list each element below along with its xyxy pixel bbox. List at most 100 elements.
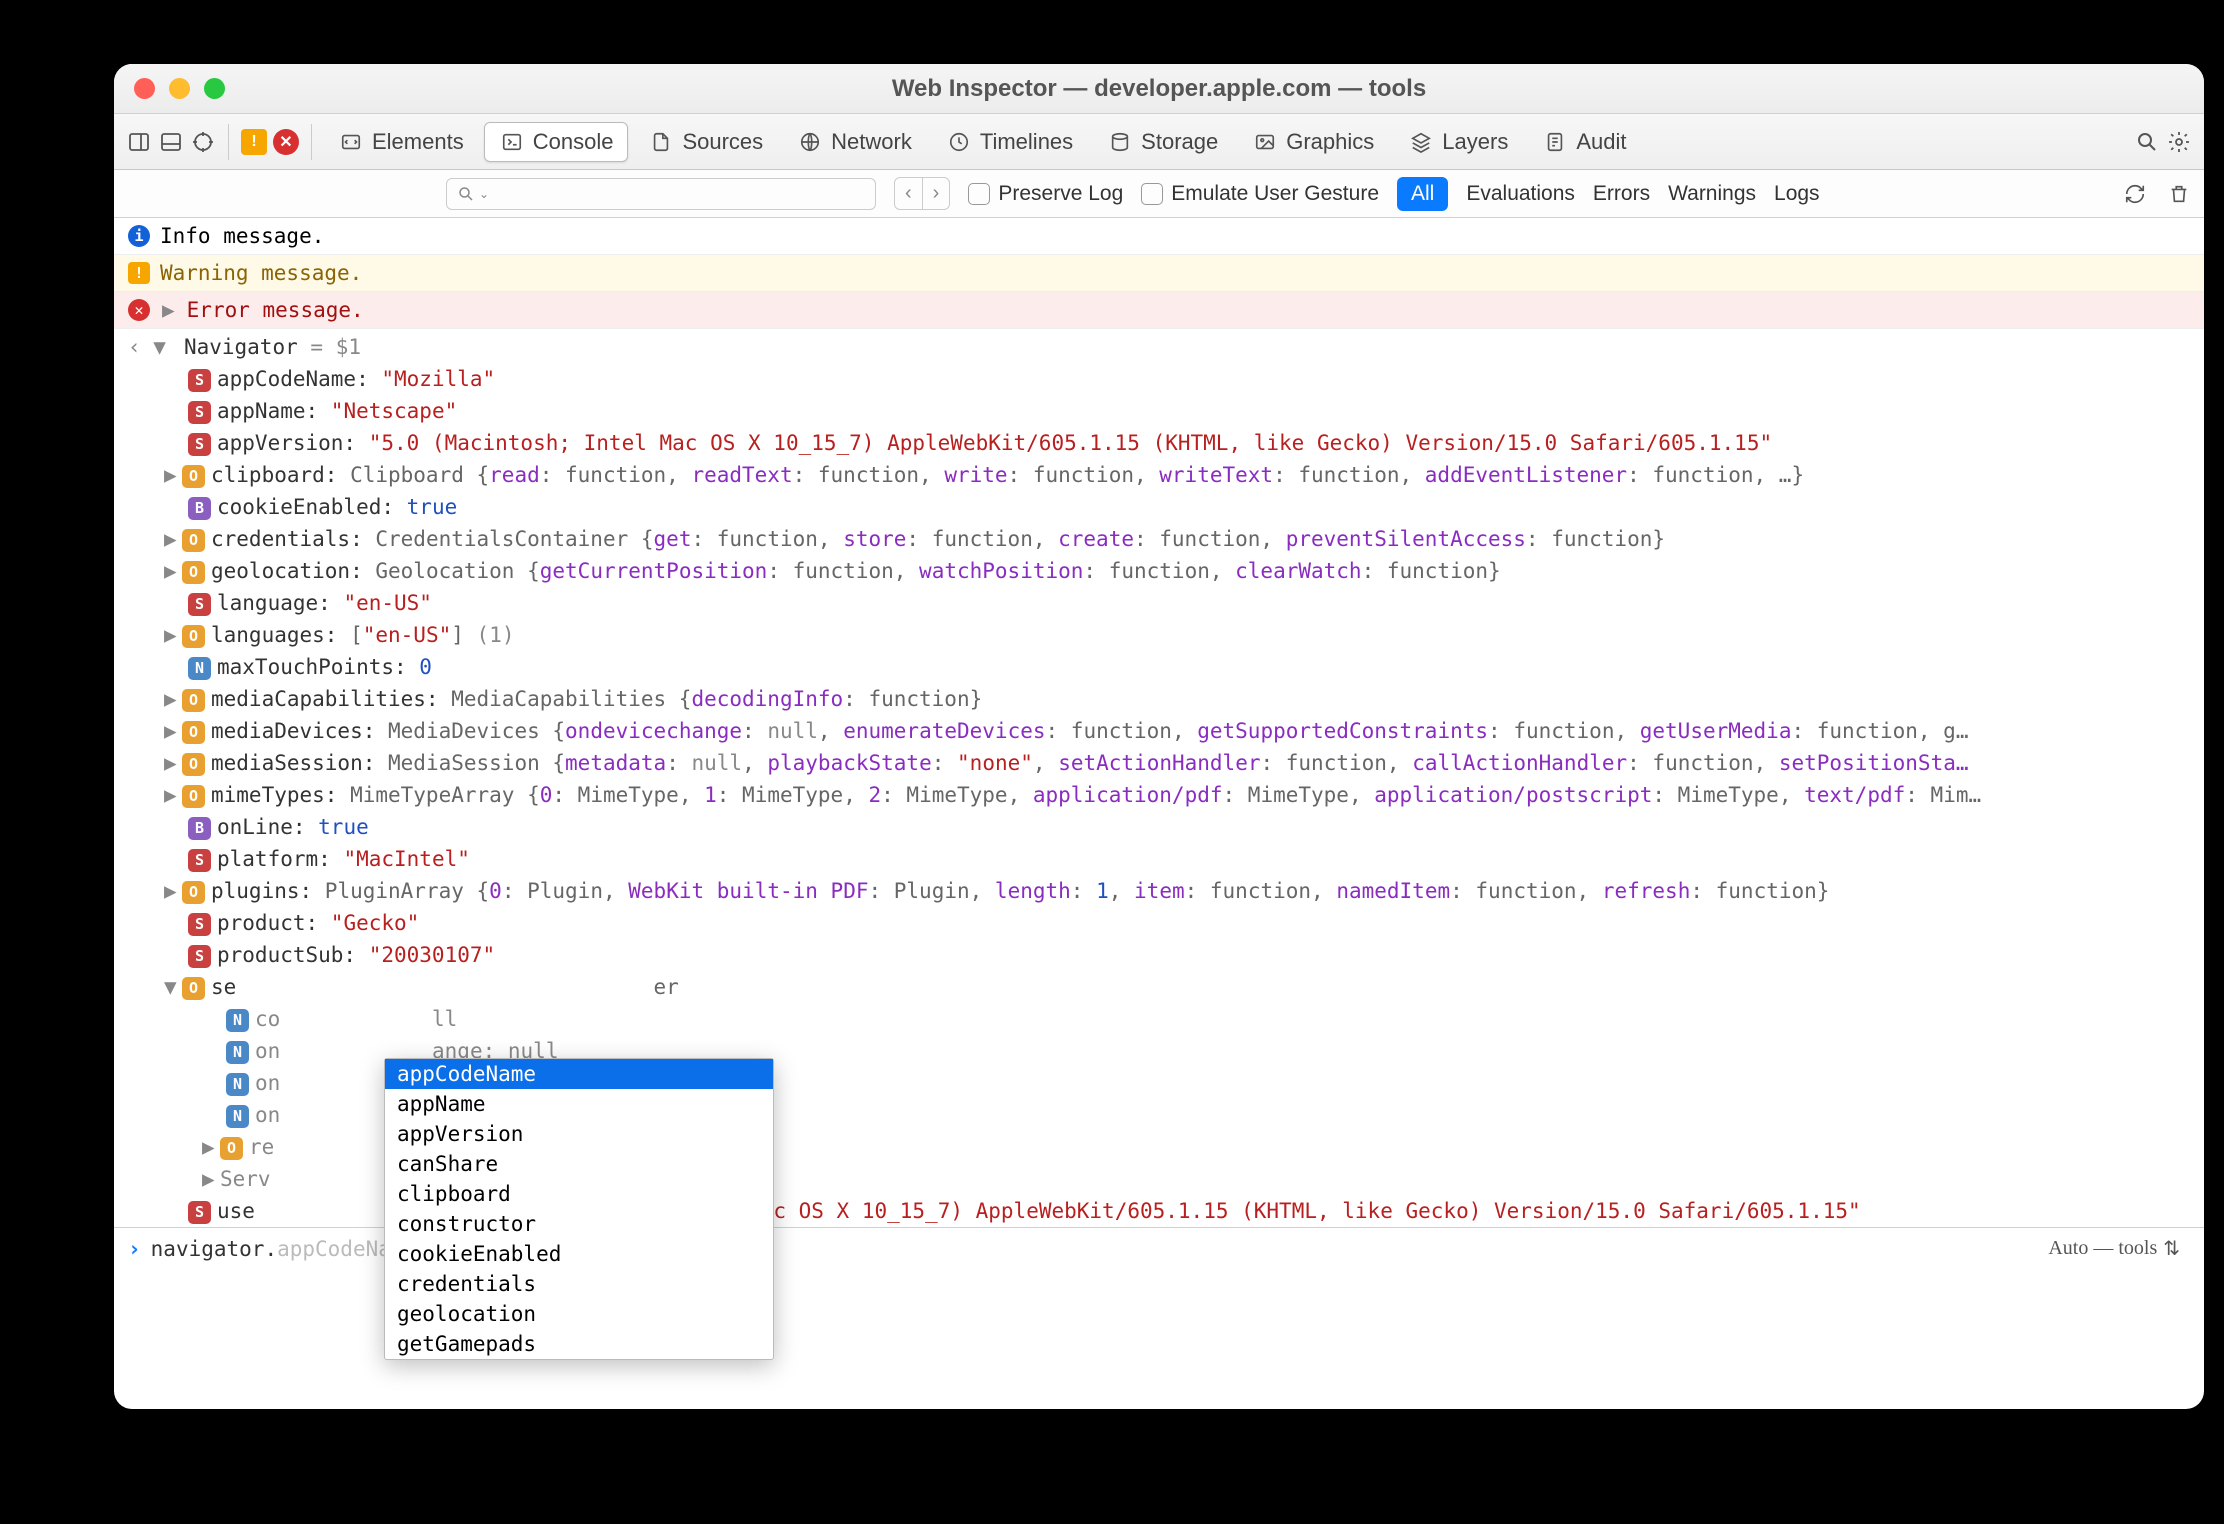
tree-row[interactable]: SappName: "Netscape" [128,395,2204,427]
search-next-button[interactable]: › [922,178,950,209]
tree-row[interactable]: Sproduct: "Gecko" [128,907,2204,939]
tree-row[interactable]: BcookieEnabled: true [128,491,2204,523]
dock-bottom-icon[interactable] [158,129,184,155]
preserve-log-checkbox[interactable]: Preserve Log [968,182,1123,206]
tree-row[interactable]: Ogeolocation: Geolocation {getCurrentPos… [128,555,2204,587]
error-message-row[interactable]: ✕▶Error message. [114,292,2204,329]
elements-icon [338,129,364,155]
inspector-window: Web Inspector — developer.apple.com — to… [114,64,2204,1409]
autocomplete-item[interactable]: canShare [385,1149,773,1179]
autocomplete-item[interactable]: appCodeName [385,1059,773,1089]
tree-row[interactable]: OmimeTypes: MimeTypeArray {0: MimeType, … [128,779,2204,811]
layers-icon [1408,129,1434,155]
tree-row[interactable]: BonLine: true [128,811,2204,843]
tree-row[interactable]: OmediaCapabilities: MediaCapabilities {d… [128,683,2204,715]
titlebar: Web Inspector — developer.apple.com — to… [114,64,2204,114]
tab-label: Console [533,129,614,155]
autocomplete-item[interactable]: appVersion [385,1119,773,1149]
audit-icon [1542,129,1568,155]
chevron-updown-icon: ⇅ [2163,1236,2180,1261]
tab-label: Graphics [1286,129,1374,155]
console-search-input[interactable]: ⌄ [446,178,876,210]
tree-row[interactable]: OmediaSession: MediaSession {metadata: n… [128,747,2204,779]
minimize-window-button[interactable] [169,78,190,99]
autocomplete-popup: appCodeName appName appVersion canShare … [384,1058,774,1360]
errors-count-icon[interactable]: ✕ [273,129,299,155]
tab-label: Timelines [980,129,1073,155]
settings-icon[interactable] [2166,129,2192,155]
graphics-icon [1252,129,1278,155]
tab-storage[interactable]: Storage [1093,123,1232,161]
tree-row[interactable]: ‹ Navigator = $1 [128,331,2204,363]
element-picker-icon[interactable] [190,129,216,155]
emulate-gesture-checkbox[interactable]: Emulate User Gesture [1141,182,1379,206]
prompt-chevron-icon: › [128,1237,141,1261]
zoom-window-button[interactable] [204,78,225,99]
tab-label: Audit [1576,129,1626,155]
autocomplete-item[interactable]: geolocation [385,1299,773,1329]
tab-label: Elements [372,129,464,155]
tab-label: Layers [1442,129,1508,155]
tree-row[interactable]: OserviceWorker: ServiceWorkerContainer [128,971,2204,1003]
info-icon: i [128,225,150,247]
console-icon [499,129,525,155]
tab-audit[interactable]: Audit [1528,123,1640,161]
autocomplete-item[interactable]: getGamepads [385,1329,773,1359]
tree-row[interactable]: Ncontroller: null [128,1003,2204,1035]
execution-context-selector[interactable]: Auto — tools ⇅ [2048,1236,2180,1261]
autocomplete-item[interactable]: appName [385,1089,773,1119]
network-icon [797,129,823,155]
warning-message-row[interactable]: !Warning message. [114,255,2204,292]
search-icon[interactable] [2134,129,2160,155]
tab-sources[interactable]: Sources [634,123,777,161]
tree-row[interactable]: Ocredentials: CredentialsContainer {get:… [128,523,2204,555]
info-message-row[interactable]: iInfo message. [114,218,2204,255]
clear-console-icon[interactable] [2166,181,2192,207]
search-nav: ‹› [894,177,950,210]
tree-row[interactable]: SappCodeName: "Mozilla" [128,363,2204,395]
tree-row[interactable]: SappVersion: "5.0 (Macintosh; Intel Mac … [128,427,2204,459]
traffic-lights [134,78,225,99]
tab-elements[interactable]: Elements [324,123,478,161]
tree-row[interactable]: Oclipboard: Clipboard {read: function, r… [128,459,2204,491]
tab-label: Network [831,129,912,155]
tree-row[interactable]: Splatform: "MacIntel" [128,843,2204,875]
filter-evaluations[interactable]: Evaluations [1466,182,1575,206]
autocomplete-item[interactable]: credentials [385,1269,773,1299]
tab-layers[interactable]: Layers [1394,123,1522,161]
storage-icon [1107,129,1133,155]
tab-graphics[interactable]: Graphics [1238,123,1388,161]
tab-timelines[interactable]: Timelines [932,123,1087,161]
dock-right-icon[interactable] [126,129,152,155]
checkbox-label: Preserve Log [998,182,1123,206]
checkbox-label: Emulate User Gesture [1171,182,1379,206]
autocomplete-item[interactable]: constructor [385,1209,773,1239]
tree-row[interactable]: OmediaDevices: MediaDevices {ondevicecha… [128,715,2204,747]
filter-all[interactable]: All [1397,177,1448,211]
main-toolbar: ! ✕ Elements Console Sources Network Tim… [114,114,2204,170]
tab-console[interactable]: Console [484,122,629,162]
tree-row[interactable]: NmaxTouchPoints: 0 [128,651,2204,683]
tree-row[interactable]: SproductSub: "20030107" [128,939,2204,971]
tab-network[interactable]: Network [783,123,926,161]
message-text: Warning message. [160,257,362,289]
console-filter-bar: ⌄ ‹› Preserve Log Emulate User Gesture A… [114,170,2204,218]
reload-icon[interactable] [2122,181,2148,207]
tab-label: Storage [1141,129,1218,155]
warnings-count-icon[interactable]: ! [241,129,267,155]
tree-row[interactable]: Olanguages: ["en-US"] (1) [128,619,2204,651]
tree-row[interactable]: Oplugins: PluginArray {0: Plugin, WebKit… [128,875,2204,907]
autocomplete-item[interactable]: cookieEnabled [385,1239,773,1269]
filter-warnings[interactable]: Warnings [1668,182,1756,206]
close-window-button[interactable] [134,78,155,99]
sources-icon [648,129,674,155]
filter-logs[interactable]: Logs [1774,182,1820,206]
filter-errors[interactable]: Errors [1593,182,1650,206]
message-text: Error message. [187,294,364,326]
tree-row[interactable]: Slanguage: "en-US" [128,587,2204,619]
window-title: Web Inspector — developer.apple.com — to… [114,75,2204,103]
error-icon: ✕ [128,299,150,321]
tab-label: Sources [682,129,763,155]
search-prev-button[interactable]: ‹ [895,178,922,209]
autocomplete-item[interactable]: clipboard [385,1179,773,1209]
